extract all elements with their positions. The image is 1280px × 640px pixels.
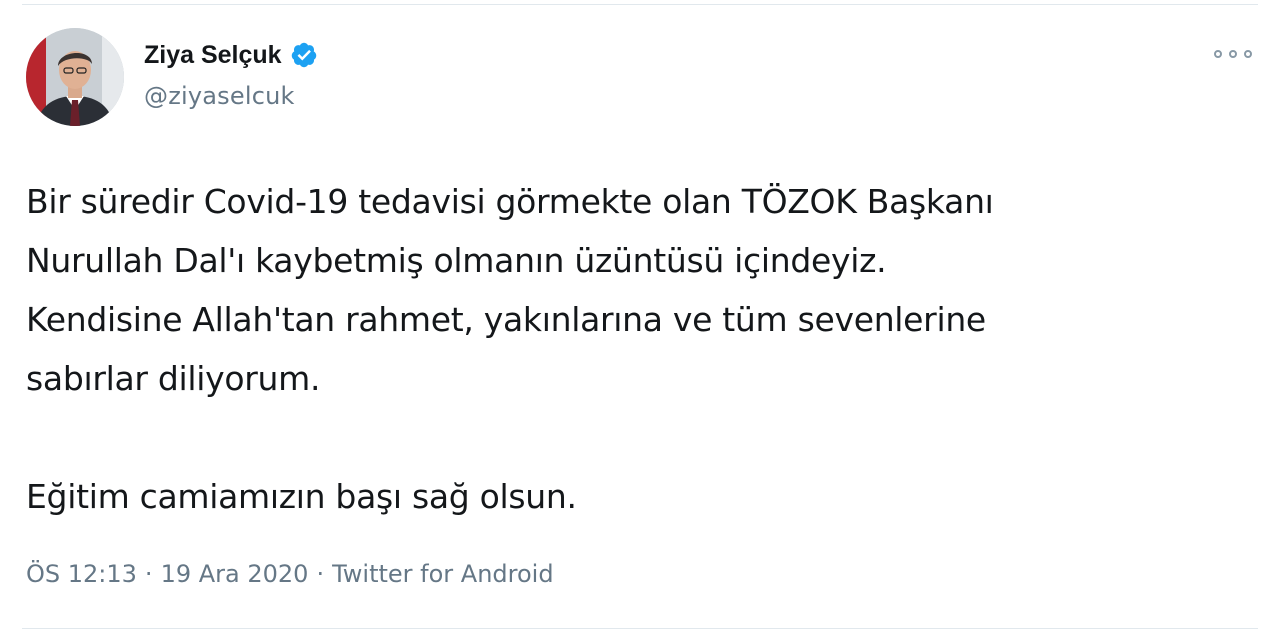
dot-icon: [1244, 50, 1252, 58]
tweet-line: Nurullah Dal'ı kaybetmiş olmanın üzüntüs…: [26, 241, 887, 280]
verified-badge-icon: [290, 41, 318, 69]
bottom-divider: [22, 628, 1258, 629]
display-name[interactable]: Ziya Selçuk: [144, 41, 282, 70]
tweet-line: Kendisine Allah'tan rahmet, yakınlarına …: [26, 300, 986, 339]
tweet-card: Ziya Selçuk @ziyaselcuk Bir süredir Covi…: [0, 0, 1280, 640]
handle[interactable]: @ziyaselcuk: [144, 82, 318, 110]
avatar-image: [26, 28, 124, 126]
top-divider: [22, 4, 1258, 5]
tweet-header: Ziya Selçuk @ziyaselcuk: [144, 38, 318, 110]
dot-icon: [1229, 50, 1237, 58]
name-row: Ziya Selçuk: [144, 38, 318, 72]
tweet-time[interactable]: ÖS 12:13: [26, 560, 137, 588]
tweet-line: Bir süredir Covid-19 tedavisi görmekte o…: [26, 182, 994, 221]
tweet-line: Eğitim camiamızın başı sağ olsun.: [26, 477, 577, 516]
dot-icon: [1214, 50, 1222, 58]
meta-separator: ·: [144, 560, 153, 588]
tweet-date[interactable]: 19 Ara 2020: [161, 560, 309, 588]
more-options-icon[interactable]: [1214, 44, 1252, 64]
meta-separator: ·: [316, 560, 325, 588]
tweet-text: Bir süredir Covid-19 tedavisi görmekte o…: [26, 172, 1246, 526]
tweet-source[interactable]: Twitter for Android: [332, 560, 553, 588]
tweet-line: sabırlar diliyorum.: [26, 359, 321, 398]
tweet-meta: ÖS 12:13 · 19 Ara 2020 · Twitter for And…: [26, 560, 554, 588]
avatar[interactable]: [26, 28, 124, 126]
